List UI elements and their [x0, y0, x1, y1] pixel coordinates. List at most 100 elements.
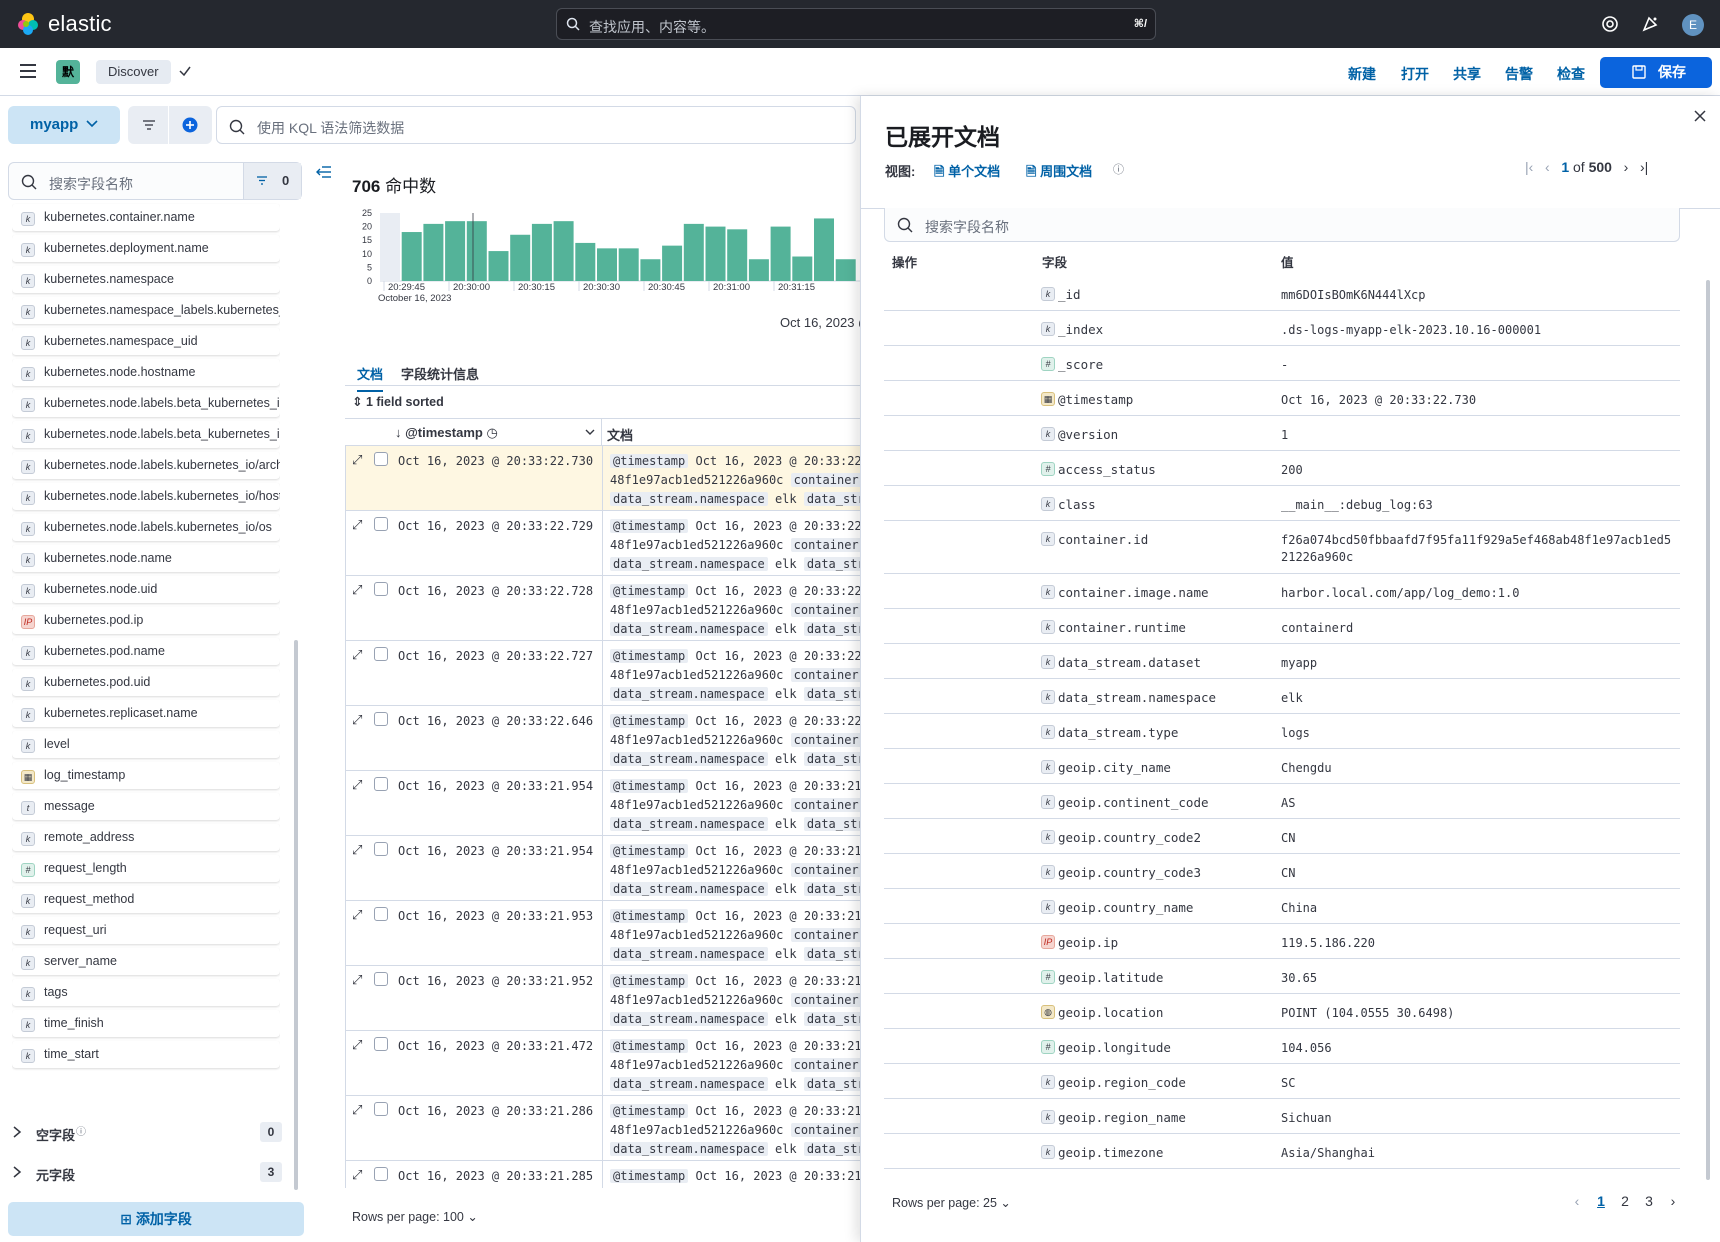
save-button[interactable]: 保存: [1600, 57, 1712, 88]
question-icon[interactable]: ⓘ: [1113, 161, 1124, 177]
table-row[interactable]: ⤢ Oct 16, 2023 @ 20:33:21.954 @timestamp O…: [346, 771, 860, 836]
share-button[interactable]: 共享: [1453, 64, 1481, 84]
doc-field-row[interactable]: k geoip.country_code2 CN: [884, 819, 1680, 854]
new-button[interactable]: 新建: [1348, 64, 1376, 84]
doc-field-row[interactable]: k data_stream.namespace elk: [884, 679, 1680, 714]
doc-field-row[interactable]: # geoip.longitude 104.056: [884, 1029, 1680, 1064]
field-list-item[interactable]: ▦ log_timestamp: [12, 762, 280, 789]
doc-field-row[interactable]: k geoip.timezone Asia/Shanghai: [884, 1134, 1680, 1169]
table-row[interactable]: ⤢ Oct 16, 2023 @ 20:33:22.727 @timestamp O…: [346, 641, 860, 706]
histogram-bar[interactable]: [597, 248, 617, 281]
histogram-bar[interactable]: [401, 232, 422, 281]
doc-field-search-input[interactable]: 搜索字段名称: [884, 208, 1680, 242]
row-checkbox[interactable]: [374, 452, 388, 466]
tab-field-statistics[interactable]: 字段统计信息: [401, 364, 479, 383]
row-checkbox[interactable]: [374, 1037, 388, 1051]
field-list-item[interactable]: k kubernetes.node.labels.kubernetes_io/os: [12, 514, 280, 541]
doc-field-row[interactable]: IP geoip.ip 119.5.186.220: [884, 924, 1680, 959]
first-page-icon[interactable]: |‹: [1525, 159, 1533, 175]
scrollbar[interactable]: [294, 640, 298, 1190]
field-list-item[interactable]: k kubernetes.pod.name: [12, 638, 280, 665]
table-row[interactable]: ⤢ Oct 16, 2023 @ 20:33:21.285 @timestamp O…: [346, 1161, 860, 1188]
column-header-timestamp[interactable]: ↓ @timestamp ◷: [395, 425, 498, 441]
expand-icon[interactable]: ⤢: [352, 1102, 362, 1118]
doc-field-row[interactable]: k _index .ds-logs-myapp-elk-2023.10.16-000…: [884, 311, 1680, 346]
table-row[interactable]: ⤢ Oct 16, 2023 @ 20:33:22.728 @timestamp O…: [346, 576, 860, 641]
histogram-bar[interactable]: [575, 242, 596, 281]
doc-field-row[interactable]: ▦ @timestamp Oct 16, 2023 @ 20:33:22.730: [884, 381, 1680, 416]
doc-field-row[interactable]: # access_status 200: [884, 451, 1680, 486]
field-list-item[interactable]: k request_uri: [12, 917, 280, 944]
doc-field-row[interactable]: k geoip.country_name China: [884, 889, 1680, 924]
last-page-icon[interactable]: ›|: [1640, 159, 1648, 175]
table-row[interactable]: ⤢ Oct 16, 2023 @ 20:33:21.286 @timestamp O…: [346, 1096, 860, 1161]
field-list-item[interactable]: k kubernetes.namespace_uid: [12, 328, 280, 355]
field-list-item[interactable]: k kubernetes.node.name: [12, 545, 280, 572]
field-list-item[interactable]: k kubernetes.namespace_labels.kubernetes_…: [12, 297, 280, 324]
row-checkbox[interactable]: [374, 1167, 388, 1181]
column-header-document[interactable]: 文档: [607, 425, 633, 444]
doc-field-row[interactable]: k geoip.region_code SC: [884, 1064, 1680, 1099]
field-list-item[interactable]: k request_method: [12, 886, 280, 913]
row-checkbox[interactable]: [374, 842, 388, 856]
doc-field-row[interactable]: k class __main__:debug_log:63: [884, 486, 1680, 521]
alerts-button[interactable]: 告警: [1505, 64, 1533, 84]
histogram-bar[interactable]: [662, 245, 683, 281]
page-link[interactable]: 1: [1589, 1193, 1613, 1209]
add-field-button[interactable]: ⊞ 添加字段: [8, 1202, 304, 1236]
doc-field-row[interactable]: ◍ geoip.location POINT (104.0555 30.6498): [884, 994, 1680, 1029]
space-avatar[interactable]: 默: [56, 60, 80, 84]
sort-indicator[interactable]: ⇕ 1 field sorted: [352, 394, 444, 409]
histogram-bar[interactable]: [814, 218, 834, 281]
global-search-input[interactable]: 查找应用、内容等。 ⌘/: [556, 8, 1156, 40]
breadcrumb[interactable]: Discover: [96, 60, 171, 84]
page-link[interactable]: 3: [1637, 1193, 1661, 1209]
meta-fields-accordion[interactable]: 元字段 3: [12, 1160, 282, 1186]
close-icon[interactable]: [1693, 109, 1707, 123]
page-link[interactable]: 2: [1613, 1193, 1637, 1209]
table-row[interactable]: ⤢ Oct 16, 2023 @ 20:33:21.953 @timestamp O…: [346, 901, 860, 966]
field-list-item[interactable]: k kubernetes.node.labels.kubernetes_io/ho…: [12, 483, 280, 510]
prev-page-icon[interactable]: ‹: [1545, 159, 1550, 175]
histogram-bar[interactable]: [705, 226, 726, 281]
field-list-item[interactable]: k kubernetes.node.labels.beta_kubernetes_…: [12, 390, 280, 417]
row-checkbox[interactable]: [374, 972, 388, 986]
news-feed-icon[interactable]: [1640, 14, 1660, 34]
field-list-item[interactable]: t message: [12, 793, 280, 820]
chevron-down-icon[interactable]: [585, 429, 595, 436]
field-list-item[interactable]: IP kubernetes.pod.ip: [12, 607, 280, 634]
rows-per-page-selector[interactable]: Rows per page: 100 ⌄: [352, 1209, 478, 1224]
histogram-bar[interactable]: [510, 234, 531, 281]
histogram-chart[interactable]: 25 20 15 10 5 0 20:29:45 20:30:00 20:30:15 20:30:…: [352, 205, 860, 310]
row-checkbox[interactable]: [374, 582, 388, 596]
rows-per-page-selector[interactable]: Rows per page: 25 ⌄: [892, 1195, 1011, 1210]
histogram-bar[interactable]: [835, 259, 856, 281]
row-checkbox[interactable]: [374, 907, 388, 921]
table-row[interactable]: ⤢ Oct 16, 2023 @ 20:33:22.729 @timestamp O…: [346, 511, 860, 576]
collapse-sidebar-icon[interactable]: [316, 165, 332, 179]
filter-icon[interactable]: [142, 119, 156, 131]
doc-field-row[interactable]: k container.id f26a074bcd50fbbaafd7f95fa11…: [884, 521, 1680, 574]
table-row[interactable]: ⤢ Oct 16, 2023 @ 20:33:21.952 @timestamp O…: [346, 966, 860, 1031]
row-checkbox[interactable]: [374, 777, 388, 791]
next-page-icon[interactable]: ›: [1661, 1193, 1685, 1209]
doc-field-row[interactable]: k geoip.continent_code AS: [884, 784, 1680, 819]
field-list-item[interactable]: k kubernetes.namespace: [12, 266, 280, 293]
row-checkbox[interactable]: [374, 1102, 388, 1116]
expand-icon[interactable]: ⤢: [352, 517, 362, 533]
table-row[interactable]: ⤢ Oct 16, 2023 @ 20:33:21.472 @timestamp O…: [346, 1031, 860, 1096]
histogram-bar[interactable]: [466, 221, 487, 281]
add-filter-icon[interactable]: [182, 117, 198, 133]
field-list-item[interactable]: k remote_address: [12, 824, 280, 851]
doc-field-row[interactable]: k geoip.region_name Sichuan: [884, 1099, 1680, 1134]
histogram-bar[interactable]: [770, 226, 791, 281]
histogram-bar[interactable]: [618, 248, 639, 281]
histogram-bar[interactable]: [488, 251, 509, 281]
histogram-bar[interactable]: [792, 256, 813, 281]
tab-documents[interactable]: 文档: [357, 364, 384, 392]
empty-fields-accordion[interactable]: 空字段 ⓘ 0: [12, 1120, 282, 1146]
field-list-item[interactable]: k kubernetes.node.hostname: [12, 359, 280, 386]
doc-field-row[interactable]: k geoip.city_name Chengdu: [884, 749, 1680, 784]
expand-icon[interactable]: ⤢: [352, 647, 362, 663]
prev-page-icon[interactable]: ‹: [1565, 1193, 1589, 1209]
